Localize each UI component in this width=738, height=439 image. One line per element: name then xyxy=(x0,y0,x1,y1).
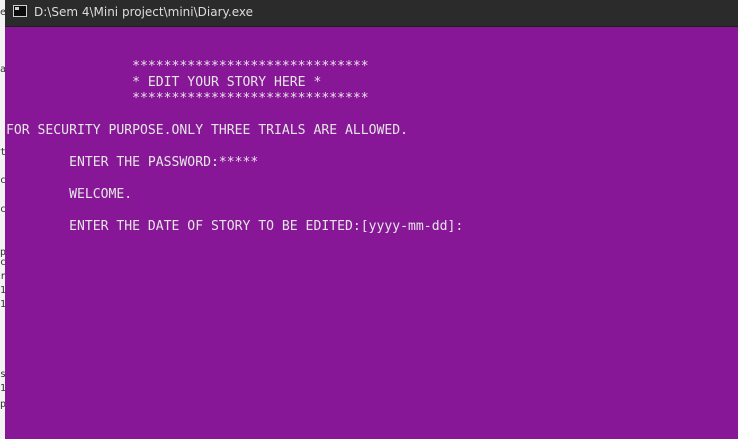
console-output-area[interactable]: ****************************** * EDIT YO… xyxy=(5,27,738,439)
console-line-welcome: WELCOME. xyxy=(6,187,133,202)
title-bar[interactable]: D:\Sem 4\Mini project\mini\Diary.exe xyxy=(5,0,738,27)
window-title: D:\Sem 4\Mini project\mini\Diary.exe xyxy=(34,5,253,19)
console-app-icon[interactable] xyxy=(13,5,27,17)
console-window: D:\Sem 4\Mini project\mini\Diary.exe ***… xyxy=(5,0,738,439)
console-line-stars-top: ****************************** xyxy=(6,59,369,74)
console-line-heading: * EDIT YOUR STORY HERE * xyxy=(6,75,322,90)
console-line-security-notice: FOR SECURITY PURPOSE.ONLY THREE TRIALS A… xyxy=(6,123,409,138)
console-line-stars-bottom: ****************************** xyxy=(6,91,369,106)
console-line-date-prompt: ENTER THE DATE OF STORY TO BE EDITED:[yy… xyxy=(6,219,464,234)
console-line-password-prompt: ENTER THE PASSWORD:***** xyxy=(6,155,259,170)
